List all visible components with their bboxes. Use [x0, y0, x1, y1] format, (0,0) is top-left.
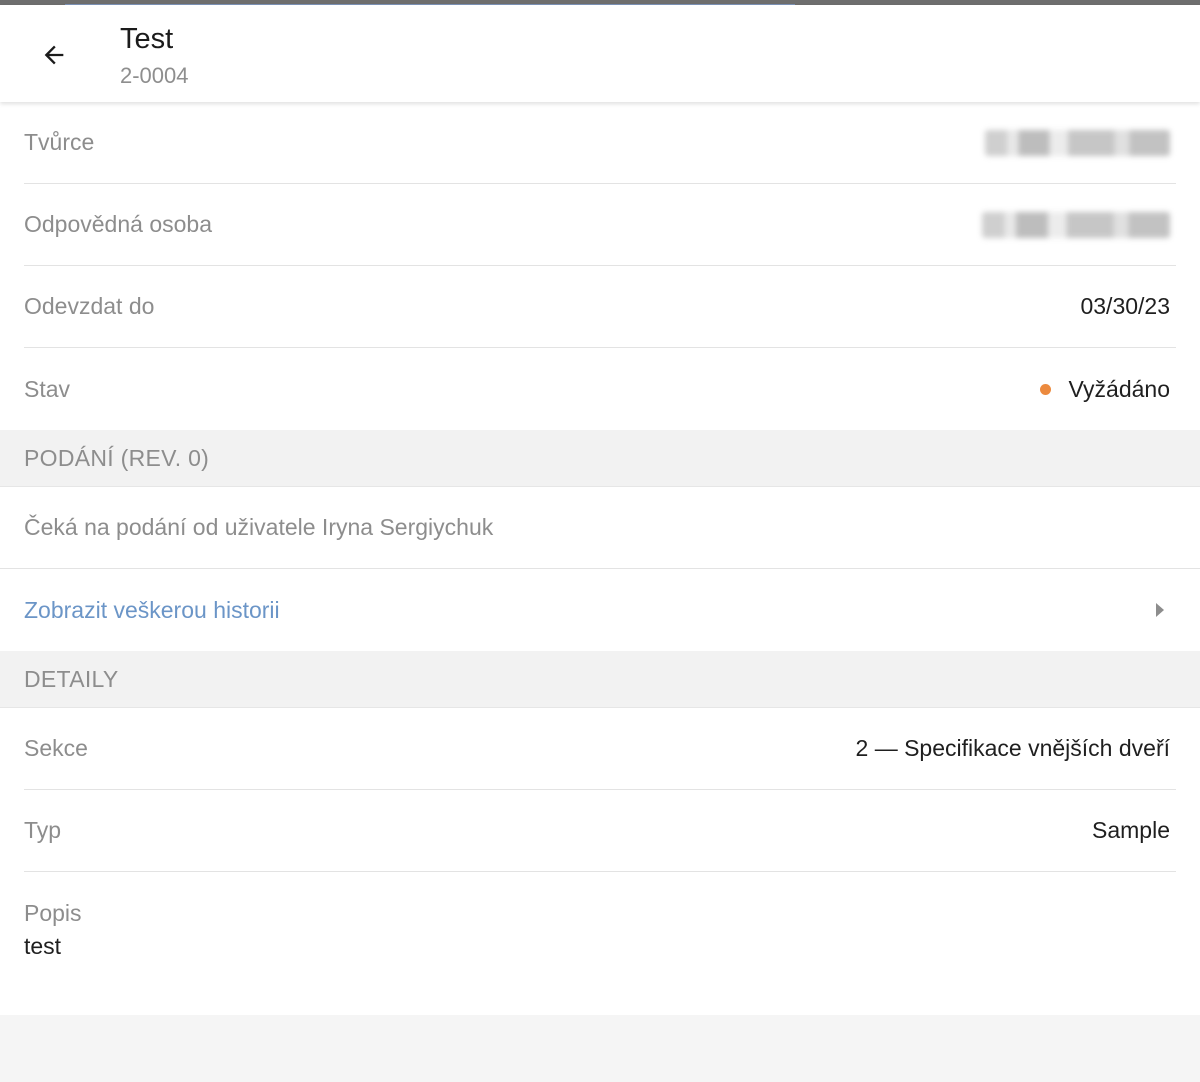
responsible-label: Odpovědná osoba — [24, 211, 212, 237]
redacted-name — [985, 129, 1170, 156]
creator-value — [985, 129, 1176, 156]
due-date-value: 03/30/23 — [1080, 293, 1170, 319]
waiting-text: Čeká na podání od uživatele Iryna Sergiy… — [24, 514, 494, 540]
type-value: Sample — [1092, 817, 1170, 843]
type-label: Typ — [24, 817, 62, 843]
arrow-left-icon — [44, 45, 64, 65]
type-row: Typ Sample — [24, 790, 1176, 872]
section-label: Sekce — [24, 735, 88, 761]
details-section-header: DETAILY — [0, 651, 1200, 708]
creator-row: Tvůrce — [24, 102, 1176, 184]
creator-label: Tvůrce — [24, 129, 95, 155]
status-text: Vyžádáno — [1068, 375, 1170, 402]
status-row: Stav Vyžádáno — [24, 348, 1176, 430]
waiting-row: Čeká na podání od uživatele Iryna Sergiy… — [0, 487, 1200, 569]
history-link-label[interactable]: Zobrazit veškerou historii — [24, 597, 280, 624]
due-date-label: Odevzdat do — [24, 293, 155, 319]
page-subtitle: 2-0004 — [120, 63, 189, 88]
app-header: Test 2-0004 — [0, 5, 1200, 102]
back-button[interactable] — [30, 33, 78, 77]
redacted-name — [982, 211, 1170, 238]
due-date-row: Odevzdat do 03/30/23 — [24, 266, 1176, 348]
section-row: Sekce 2 — Specifikace vnějších dveří — [24, 708, 1176, 790]
details-block: Sekce 2 — Specifikace vnějších dveří Typ… — [0, 708, 1200, 1015]
page-title: Test — [120, 23, 174, 55]
submission-section-header: PODÁNÍ (REV. 0) — [0, 430, 1200, 487]
status-value: Vyžádáno — [1039, 375, 1176, 403]
status-dot-icon — [1039, 383, 1051, 395]
status-label: Stav — [24, 375, 71, 402]
history-link[interactable]: Zobrazit veškerou historii — [0, 569, 1200, 651]
description-value: test — [24, 933, 62, 959]
chevron-right-icon — [1156, 603, 1164, 617]
description-label: Popis — [24, 900, 82, 926]
info-block: Tvůrce Odpovědná osoba Odevzdat do 03/30… — [0, 102, 1200, 430]
section-value: 2 — Specifikace vnějších dveří — [855, 735, 1170, 761]
main-content: Tvůrce Odpovědná osoba Odevzdat do 03/30… — [0, 102, 1200, 1015]
responsible-value — [982, 211, 1176, 238]
description-block: Popis test — [24, 872, 1176, 1015]
responsible-row: Odpovědná osoba — [24, 184, 1176, 266]
